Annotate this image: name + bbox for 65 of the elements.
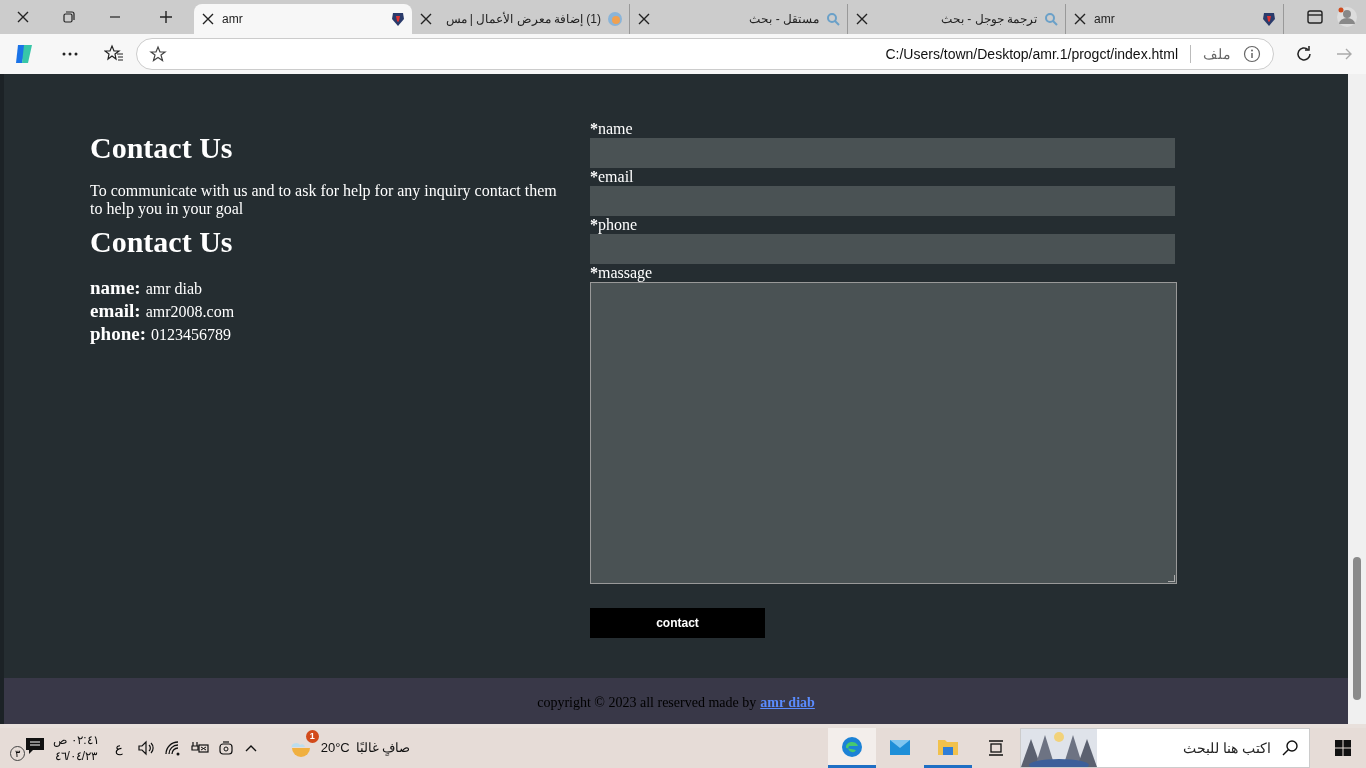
search-icon [825,11,841,27]
tab-view-icon[interactable] [1306,8,1324,26]
wifi-icon[interactable] [162,739,181,757]
weather-condition: صافٍ غالبًا [355,739,411,758]
search-placeholder: اكتب هنا للبحث [1182,738,1272,758]
field-label: massage [598,264,653,282]
star-icon[interactable] [149,45,167,63]
favorites-icon[interactable] [104,44,124,64]
input-field[interactable] [590,186,1175,216]
camera-icon[interactable] [216,739,235,757]
keyboard-language[interactable]: ع [114,738,123,758]
notification-count: ٣ [10,746,25,761]
input-field[interactable] [590,138,1175,168]
detail-label: phone: [90,322,146,346]
profile-icon[interactable] [1336,6,1358,28]
speaker-icon[interactable] [136,739,155,757]
detail-value: amr diab [145,279,203,299]
close-icon[interactable] [854,11,870,27]
windows-start-icon[interactable] [1334,739,1352,757]
field-label: email [598,168,634,186]
refresh-icon[interactable] [1294,44,1314,64]
field-label: name [598,120,633,138]
shield-icon [1261,11,1277,27]
detail-label: email: [90,299,141,323]
url-text: C:/Users/town/Desktop/amr.1/progct/index.html [885,44,1178,64]
copyright-text: copyright © 2023 all reserved made by [537,693,757,712]
search-icon [1043,11,1059,27]
taskbar-app[interactable] [828,728,876,768]
close-icon[interactable] [1072,11,1088,27]
contact-button[interactable]: contact [590,608,765,638]
info-icon[interactable] [1243,45,1261,63]
scrollbar[interactable] [1348,74,1366,724]
field-label: phone [598,216,638,234]
footer-link[interactable]: amr diab [760,691,815,713]
globe-icon [607,11,623,27]
required-mark: * [590,216,598,233]
shield-icon [390,11,406,27]
weather-badge: 1 [305,730,319,743]
restore-icon[interactable] [61,9,77,25]
notification-icon[interactable] [25,737,45,755]
temperature-text: 20°C [320,739,350,758]
close-icon[interactable] [15,9,31,25]
scheme-label: ملف [1203,44,1231,64]
new-tab-icon[interactable] [158,9,174,25]
search-icon [1281,739,1299,757]
browser-tab[interactable]: amr [194,4,412,34]
clock-date: ٤٦/٠٤/٢٣ [54,748,98,764]
required-mark: * [590,168,598,186]
message-field[interactable] [590,282,1177,584]
search-field[interactable]: اكتب هنا للبحث [1020,728,1310,768]
close-icon[interactable] [200,11,216,27]
detail-label: name: [90,276,141,300]
input-field[interactable] [590,234,1175,264]
clock-time: ٠٢:٤١ ص [53,732,99,748]
detail-value: 0123456789 [150,325,231,345]
close-icon[interactable] [418,11,434,27]
required-mark: * [590,264,598,281]
scrollbar-thumb[interactable] [1353,557,1361,700]
task-view-icon[interactable] [986,738,1006,758]
section-heading: Contact Us [90,224,234,260]
detail-value: amr2008.com [145,302,235,322]
close-icon[interactable] [636,11,652,27]
required-mark: * [590,120,598,138]
intro-text: To communicate with us and to ask for help for any inquiry contact them to help you in your goal [90,182,558,218]
page-heading: Contact Us [90,130,234,166]
